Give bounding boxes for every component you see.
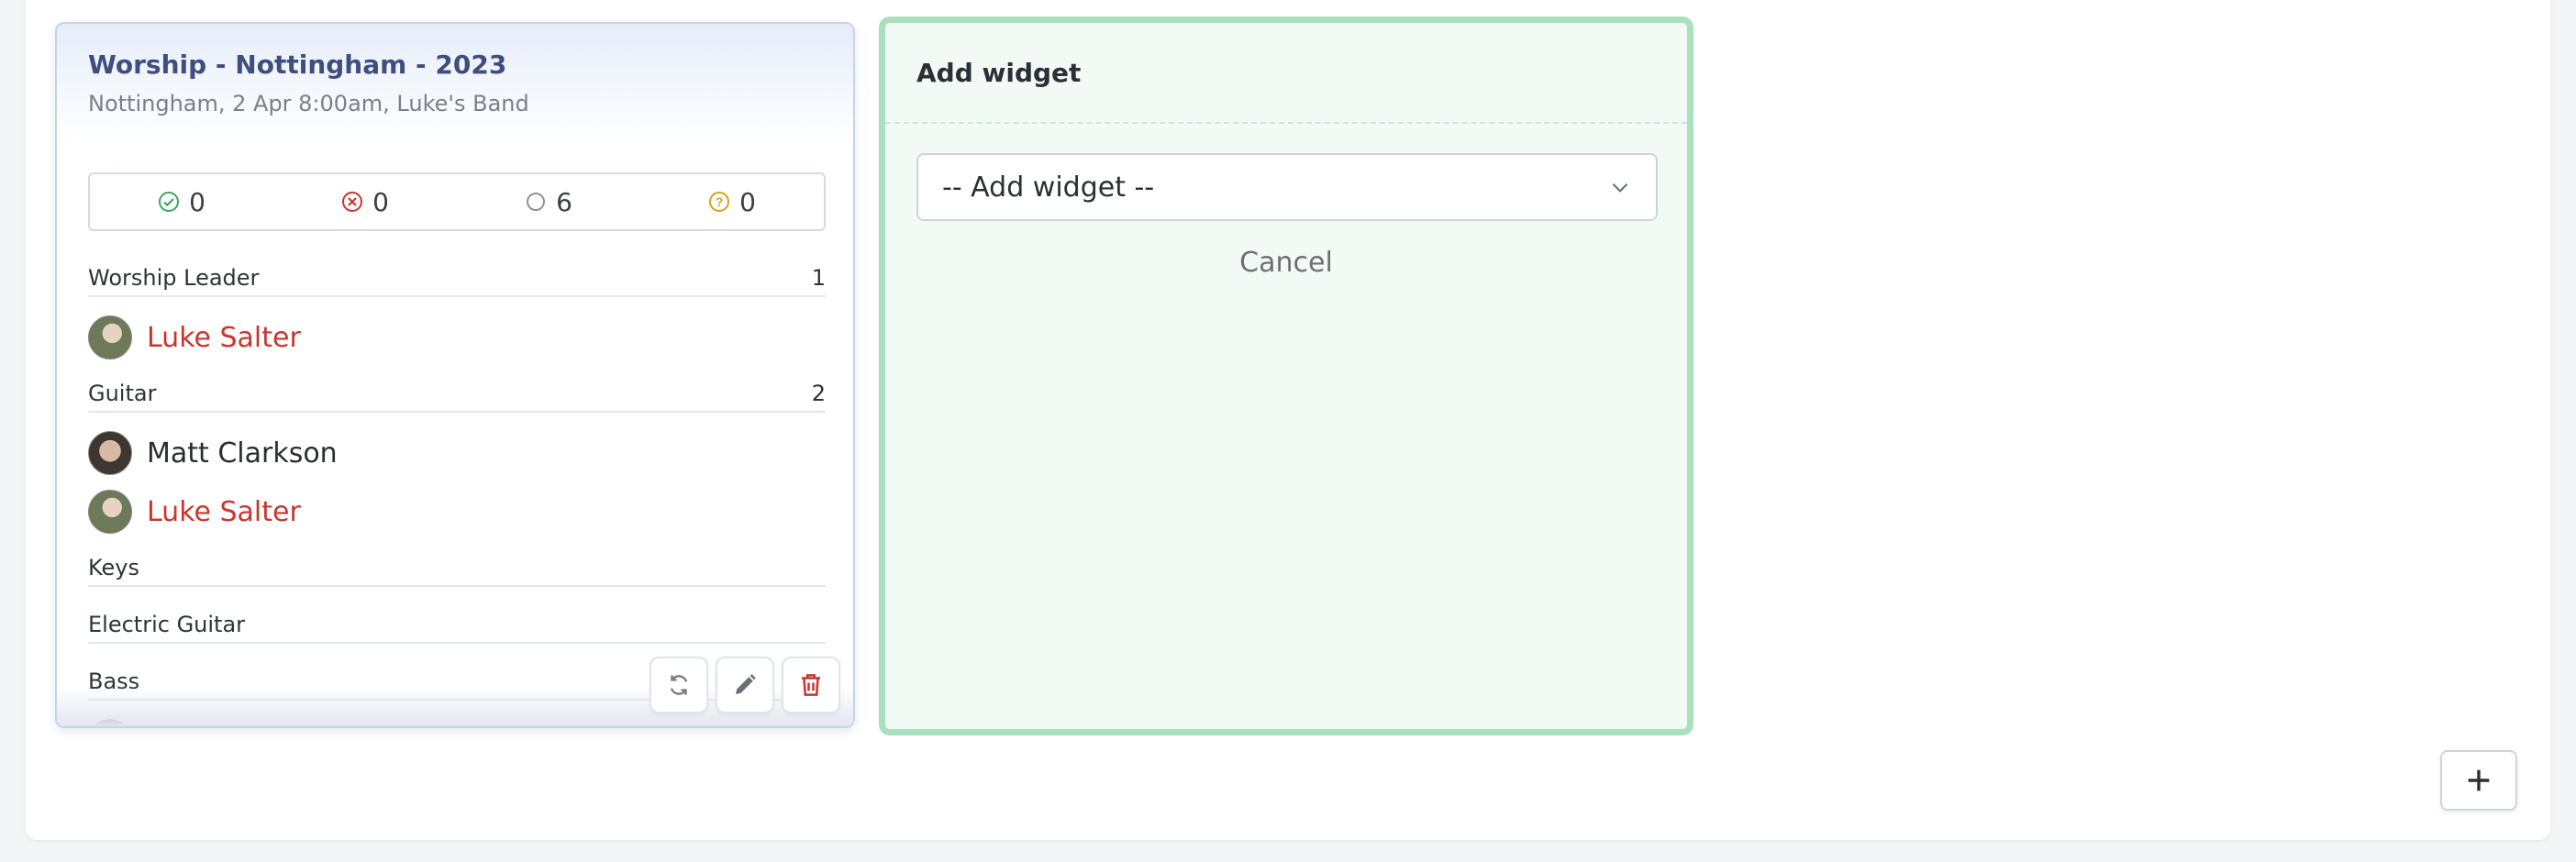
role-count: 2 bbox=[811, 381, 826, 406]
accepted-count: 0 bbox=[90, 187, 273, 217]
question-circle-icon: ? bbox=[709, 192, 730, 212]
add-widget-title: Add widget bbox=[916, 58, 1082, 88]
event-subtitle: Nottingham, 2 Apr 8:00am, Luke's Band bbox=[88, 91, 529, 116]
widget-type-select[interactable]: -- Add widget -- bbox=[916, 153, 1658, 221]
avatar bbox=[88, 431, 132, 475]
cancel-button[interactable]: Cancel bbox=[885, 247, 1687, 279]
role-row-worship-leader: Worship Leader 1 bbox=[88, 260, 826, 297]
event-title[interactable]: Worship - Nottingham - 2023 bbox=[88, 50, 822, 80]
delete-button[interactable] bbox=[782, 657, 840, 713]
avatar bbox=[88, 315, 132, 359]
role-label: Electric Guitar bbox=[88, 612, 246, 637]
select-value: -- Add widget -- bbox=[942, 171, 1155, 204]
trash-icon bbox=[802, 674, 820, 696]
assigned-person[interactable]: Luke Salter bbox=[88, 490, 301, 534]
pencil-icon bbox=[736, 674, 756, 694]
declined-count: 0 bbox=[273, 187, 457, 217]
chevron-down-icon bbox=[1612, 182, 1628, 193]
edit-button[interactable] bbox=[716, 657, 774, 713]
divider bbox=[885, 122, 1687, 124]
event-header: Worship - Nottingham - 2023 Nottingham, … bbox=[57, 24, 853, 141]
assigned-person[interactable]: Luke Salter bbox=[88, 315, 301, 359]
role-row-keys: Keys bbox=[88, 550, 826, 587]
refresh-button[interactable] bbox=[650, 657, 708, 713]
role-label: Worship Leader bbox=[88, 265, 260, 291]
person-name: Luke Salter bbox=[147, 321, 301, 354]
empty-circle-icon bbox=[527, 193, 546, 211]
role-label: Keys bbox=[88, 555, 140, 580]
event-widget: Worship - Nottingham - 2023 Nottingham, … bbox=[55, 22, 855, 728]
check-circle-icon bbox=[159, 192, 180, 212]
response-summary: 0 0 6 ? 0 bbox=[88, 172, 826, 231]
refresh-icon bbox=[670, 675, 688, 695]
avatar bbox=[88, 490, 132, 534]
pending-count: 6 bbox=[457, 187, 640, 217]
unknown-count: ? 0 bbox=[640, 187, 824, 217]
add-widget-button[interactable] bbox=[2440, 750, 2517, 811]
assigned-person[interactable]: Matt Clarkson bbox=[88, 431, 338, 475]
svg-text:?: ? bbox=[716, 194, 724, 209]
person-name: Luke Salter bbox=[147, 495, 301, 528]
role-row-guitar: Guitar 2 bbox=[88, 376, 826, 413]
plus-icon bbox=[2468, 769, 2490, 791]
add-widget-panel: Add widget -- Add widget -- Cancel bbox=[879, 17, 1693, 735]
role-row-electric-guitar: Electric Guitar bbox=[88, 607, 826, 644]
x-circle-icon bbox=[342, 192, 363, 212]
role-count: 1 bbox=[811, 265, 826, 291]
person-name: Matt Clarkson bbox=[147, 437, 338, 470]
role-label: Guitar bbox=[88, 381, 157, 406]
